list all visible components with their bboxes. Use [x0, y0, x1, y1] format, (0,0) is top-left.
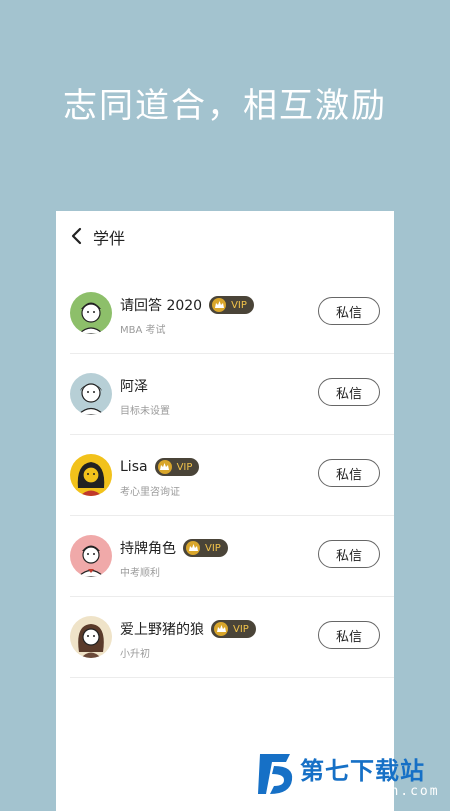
avatar-illustration: [70, 373, 112, 415]
partner-list: 请回答 2020 VIP MBA 考试 私信 阿泽 目标未设置 私信 Lisa …: [70, 273, 394, 678]
crown-icon: [212, 298, 227, 312]
user-name: 爱上野猪的狼: [120, 622, 204, 638]
user-name: 阿泽: [120, 379, 148, 395]
avatar-illustration: [70, 292, 112, 334]
vip-badge: VIP: [154, 458, 200, 476]
user-goal: 小升初: [120, 649, 150, 660]
avatar[interactable]: [70, 292, 112, 334]
list-item[interactable]: 阿泽 目标未设置 私信: [70, 354, 394, 435]
avatar-illustration: [70, 535, 112, 577]
watermark-logo: 第七下载站 www.d7down.com: [256, 752, 450, 800]
user-goal: 考心里咨询证: [120, 487, 180, 498]
message-button[interactable]: 私信: [318, 459, 380, 487]
list-item[interactable]: 请回答 2020 VIP MBA 考试 私信: [70, 273, 394, 354]
page-title: 学伴: [93, 229, 126, 248]
avatar-illustration: [70, 616, 112, 658]
list-item[interactable]: 爱上野猪的狼 VIP 小升初 私信: [70, 597, 394, 678]
message-button[interactable]: 私信: [318, 621, 380, 649]
crown-icon: [186, 541, 200, 555]
message-button[interactable]: 私信: [318, 540, 380, 568]
avatar[interactable]: [70, 373, 112, 415]
avatar[interactable]: [70, 454, 112, 496]
user-name: Lisa: [120, 459, 148, 475]
back-arrow-icon[interactable]: [68, 226, 86, 246]
user-goal: 目标未设置: [120, 406, 170, 417]
crown-icon: [157, 460, 172, 474]
study-partner-panel: 学伴 请回答 2020 VIP MBA 考试 私信 阿泽 目标未设置 私信 Li…: [56, 211, 394, 811]
crown-icon: [214, 622, 228, 636]
headline: 志同道合，相互激励: [63, 86, 387, 126]
vip-badge: VIP: [211, 620, 256, 638]
nav-bar: 学伴: [56, 211, 394, 261]
user-goal: 中考顺利: [120, 568, 160, 579]
message-button[interactable]: 私信: [318, 378, 380, 406]
avatar-illustration: [70, 454, 112, 496]
avatar[interactable]: [70, 535, 112, 577]
vip-badge: VIP: [209, 296, 254, 314]
avatar[interactable]: [70, 616, 112, 658]
list-item[interactable]: 持牌角色 VIP 中考顺利 私信: [70, 516, 394, 597]
watermark-url: www.d7down.com: [302, 784, 440, 799]
message-button[interactable]: 私信: [318, 297, 380, 325]
watermark-name: 第七下载站: [300, 757, 425, 785]
d7-logo-icon: [258, 754, 293, 794]
user-name: 请回答 2020: [120, 298, 203, 314]
vip-badge: VIP: [183, 539, 228, 557]
list-item[interactable]: Lisa VIP 考心里咨询证 私信: [70, 435, 394, 516]
user-name: 持牌角色: [120, 541, 176, 557]
user-goal: MBA 考试: [120, 325, 166, 336]
